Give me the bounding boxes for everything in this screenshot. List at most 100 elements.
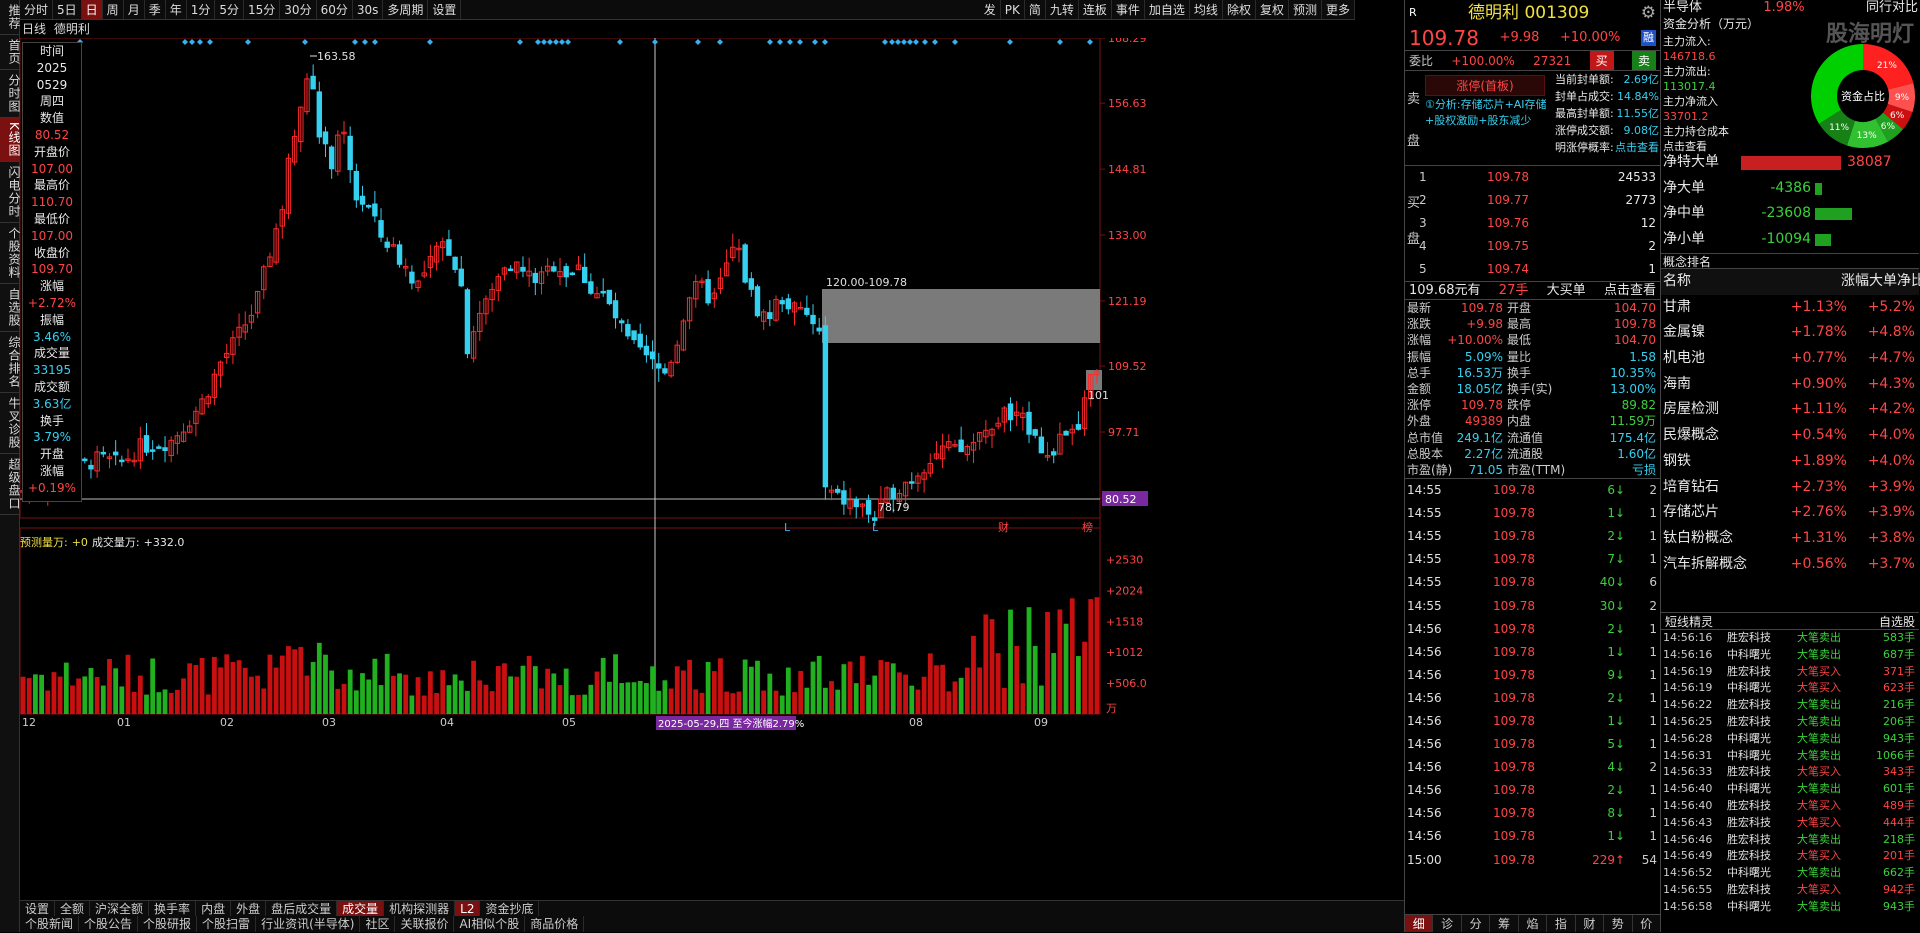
period-tab-14[interactable]: 设置 <box>428 0 462 19</box>
tool-button-8[interactable]: 除权 <box>1223 0 1256 19</box>
elf-row[interactable]: 14:56:16 胜宏科技 大笔卖出 583手 <box>1661 630 1919 647</box>
quote-tab-3[interactable]: 筹 <box>1490 915 1519 932</box>
quote-tab-1[interactable]: 诊 <box>1433 915 1462 932</box>
rank-row[interactable]: 钛白粉概念 +1.31% +3.8% <box>1661 526 1919 552</box>
quote-tab-6[interactable]: 财 <box>1576 915 1605 932</box>
quote-tab-5[interactable]: 指 <box>1547 915 1576 932</box>
period-tab-4[interactable]: 月 <box>124 0 145 19</box>
elf-row[interactable]: 14:56:46 胜宏科技 大笔卖出 218手 <box>1661 832 1919 849</box>
tool-button-4[interactable]: 连板 <box>1079 0 1112 19</box>
rank-row[interactable]: 金属镍 +1.78% +4.8% <box>1661 320 1919 346</box>
indicator-tab-5[interactable]: 外盘 <box>231 901 267 916</box>
limit-info-value[interactable]: 点击查看 <box>1615 139 1659 156</box>
rail-item-5[interactable]: 个股资料 <box>0 223 21 284</box>
elf-row[interactable]: 14:56:52 中科曙光 大笔卖出 662手 <box>1661 865 1919 882</box>
quote-tab-7[interactable]: 势 <box>1604 915 1633 932</box>
buy-button[interactable]: 买 <box>1589 51 1614 70</box>
indicator-tab-8[interactable]: 机构探测器 <box>384 901 456 916</box>
big-buy-link[interactable]: 点击查看 <box>1604 282 1656 299</box>
peer-compare-link[interactable]: 同行对比 <box>1866 0 1918 16</box>
period-tab-11[interactable]: 60分 <box>317 0 353 19</box>
rail-item-8[interactable]: 牛叉诊股 <box>0 393 21 454</box>
info-link-2[interactable]: 个股研报 <box>138 916 198 932</box>
period-tab-12[interactable]: 30s <box>353 0 384 19</box>
elf-row[interactable]: 14:56:16 中科曙光 大笔卖出 687手 <box>1661 647 1919 664</box>
rank-row[interactable]: 培育钻石 +2.73% +3.9% <box>1661 475 1919 501</box>
indicator-tab-9[interactable]: L2 <box>455 901 481 916</box>
indicator-tab-4[interactable]: 内盘 <box>196 901 232 916</box>
rank-row[interactable]: 民爆概念 +0.54% +4.0% <box>1661 423 1919 449</box>
rail-item-3[interactable]: K线图 <box>0 118 21 162</box>
rank-row[interactable]: 机电池 +0.77% +4.7% <box>1661 346 1919 372</box>
tool-button-7[interactable]: 均线 <box>1190 0 1223 19</box>
period-tab-13[interactable]: 多周期 <box>383 0 429 19</box>
period-tab-6[interactable]: 年 <box>166 0 187 19</box>
elf-row[interactable]: 14:56:25 胜宏科技 大笔卖出 206手 <box>1661 714 1919 731</box>
period-tab-0[interactable]: 分时 <box>20 0 54 19</box>
tool-button-0[interactable]: 发 <box>980 0 1001 19</box>
quote-tab-0[interactable]: 细 <box>1405 915 1434 932</box>
rank-row[interactable]: 汽车拆解概念 +0.56% +3.7% <box>1661 552 1919 578</box>
tick-list[interactable]: 14:55 109.78 6 ↓ 2 14:55 109.78 1 ↓ 1 14:55 109.78 2… <box>1405 478 1660 872</box>
indicator-tab-1[interactable]: 全额 <box>55 901 91 916</box>
rank-col-header[interactable]: 名称 <box>1661 269 1801 295</box>
info-link-3[interactable]: 个股扫雷 <box>197 916 257 932</box>
info-link-8[interactable]: 商品价格 <box>525 916 585 932</box>
tool-button-9[interactable]: 复权 <box>1256 0 1289 19</box>
kline-chart[interactable]: 168.29 156.63 144.81 133.00 121.19 109.52 97.7… <box>20 38 1355 900</box>
rail-item-6[interactable]: 自选股 <box>0 284 21 332</box>
period-tab-8[interactable]: 5分 <box>215 0 245 19</box>
rail-item-0[interactable]: 推荐 <box>0 0 21 35</box>
rank-row[interactable]: 存储芯片 +2.76% +3.9% <box>1661 500 1919 526</box>
tool-button-5[interactable]: 事件 <box>1112 0 1145 19</box>
limit-status[interactable]: 涨停(首板) <box>1425 75 1545 96</box>
elf-row[interactable]: 14:56:40 中科曙光 大笔卖出 601手 <box>1661 781 1919 798</box>
settings-gear-icon[interactable]: ⚙ <box>1641 0 1656 26</box>
elf-row[interactable]: 14:56:43 胜宏科技 大笔买入 444手 <box>1661 815 1919 832</box>
info-link-0[interactable]: 个股新闻 <box>20 916 80 932</box>
quote-tab-4[interactable]: 焰 <box>1519 915 1548 932</box>
elf-row[interactable]: 14:56:19 中科曙光 大笔买入 623手 <box>1661 680 1919 697</box>
elf-row[interactable]: 14:56:31 中科曙光 大笔卖出 1066手 <box>1661 748 1919 765</box>
rail-item-4[interactable]: 闪电分时 <box>0 162 21 223</box>
elf-row[interactable]: 14:56:28 中科曙光 大笔卖出 943手 <box>1661 731 1919 748</box>
period-tab-9[interactable]: 15分 <box>244 0 281 19</box>
rank-row[interactable]: 海南 +0.90% +4.3% <box>1661 372 1919 398</box>
elf-row[interactable]: 14:56:40 胜宏科技 大笔买入 489手 <box>1661 798 1919 815</box>
tool-button-3[interactable]: 九转 <box>1046 0 1079 19</box>
period-tab-5[interactable]: 季 <box>145 0 166 19</box>
indicator-tab-10[interactable]: 资金抄底 <box>480 901 540 916</box>
rank-row[interactable]: 钢铁 +1.89% +4.0% <box>1661 449 1919 475</box>
tool-button-10[interactable]: 预测 <box>1289 0 1322 19</box>
tool-button-6[interactable]: 加自选 <box>1145 0 1190 19</box>
elf-row[interactable]: 14:56:55 胜宏科技 大笔买入 942手 <box>1661 882 1919 899</box>
rail-item-9[interactable]: 超级盘口 <box>0 454 21 515</box>
period-tab-10[interactable]: 30分 <box>280 0 317 19</box>
rail-item-1[interactable]: 首页 <box>0 35 21 70</box>
tool-button-11[interactable]: 更多 <box>1322 0 1355 19</box>
period-tab-3[interactable]: 周 <box>103 0 124 19</box>
rank-col-header[interactable]: 大单净比 <box>1869 269 1920 295</box>
info-link-7[interactable]: AI相似个股 <box>454 916 526 932</box>
elf-row[interactable]: 14:56:33 胜宏科技 大笔买入 343手 <box>1661 764 1919 781</box>
indicator-tab-7[interactable]: 成交量 <box>337 901 385 916</box>
elf-row[interactable]: 14:56:19 胜宏科技 大笔买入 371手 <box>1661 664 1919 681</box>
period-tab-1[interactable]: 5日 <box>53 0 82 19</box>
period-tab-2[interactable]: 日 <box>81 0 103 19</box>
quote-tab-8[interactable]: 价 <box>1633 915 1661 932</box>
sector-name[interactable]: 半导体 <box>1663 0 1702 16</box>
rail-item-7[interactable]: 综合排名 <box>0 332 21 393</box>
indicator-tab-6[interactable]: 盘后成交量 <box>266 901 338 916</box>
rank-col-header[interactable]: 涨幅 <box>1801 269 1869 295</box>
rank-row[interactable]: 房屋检测 +1.11% +4.2% <box>1661 397 1919 423</box>
info-link-5[interactable]: 社区 <box>360 916 396 932</box>
info-link-6[interactable]: 关联报价 <box>395 916 455 932</box>
indicator-tab-2[interactable]: 沪深全额 <box>90 901 150 916</box>
tool-button-2[interactable]: 简 <box>1025 0 1046 19</box>
rank-row[interactable]: 甘肃 +1.13% +5.2% <box>1661 295 1919 321</box>
indicator-tab-3[interactable]: 换手率 <box>149 901 197 916</box>
elf-tab-watchlist[interactable]: 自选股 <box>1879 613 1915 629</box>
elf-row[interactable]: 14:56:22 胜宏科技 大笔卖出 216手 <box>1661 697 1919 714</box>
indicator-tab-0[interactable]: 设置 <box>20 901 56 916</box>
quote-tab-2[interactable]: 分 <box>1462 915 1491 932</box>
